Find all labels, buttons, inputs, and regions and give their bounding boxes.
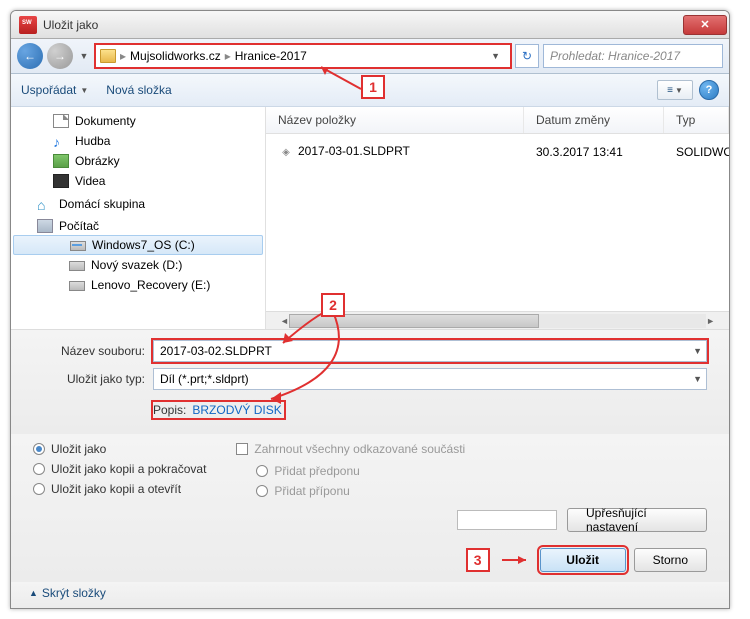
tree-item-homegroup[interactable]: ⌂Domácí skupina: [11, 191, 265, 213]
radio-indicator-icon: [256, 485, 268, 497]
window-title: Uložit jako: [43, 18, 683, 32]
save-button[interactable]: Uložit: [540, 548, 626, 572]
app-icon: [19, 16, 37, 34]
navigation-bar: ← → ▼ ▸ Mujsolidworks.cz ▸ Hranice-2017 …: [11, 39, 729, 74]
search-placeholder: Prohledat: Hranice-2017: [550, 49, 680, 63]
breadcrumb-item[interactable]: Hranice-2017: [231, 49, 311, 63]
view-mode-button[interactable]: ≡ ▼: [657, 80, 693, 100]
help-button[interactable]: ?: [699, 80, 719, 100]
tree-item-drive-c[interactable]: Windows7_OS (C:): [13, 235, 263, 255]
forward-button[interactable]: →: [47, 43, 73, 69]
refine-button[interactable]: Upřesňující nastavení: [567, 508, 707, 532]
col-name[interactable]: Název položky: [266, 107, 524, 133]
search-input[interactable]: Prohledat: Hranice-2017: [543, 44, 723, 68]
refresh-button[interactable]: ↻: [515, 44, 539, 68]
tree-item-drive-e[interactable]: Lenovo_Recovery (E:): [11, 275, 265, 295]
organize-menu[interactable]: Uspořádat ▼: [21, 83, 88, 97]
filetype-label: Uložit jako typ:: [33, 372, 153, 386]
options-area: Uložit jako Uložit jako kopii a pokračov…: [11, 434, 729, 582]
radio-indicator-icon: [33, 443, 45, 455]
radio-indicator-icon: [33, 463, 45, 475]
filename-input[interactable]: 2017-03-02.SLDPRT▼: [153, 340, 707, 362]
folder-icon: [100, 49, 116, 63]
explorer-body: Dokumenty ♪Hudba Obrázky Videa ⌂Domácí s…: [11, 107, 729, 329]
save-as-dialog: Uložit jako ✕ ← → ▼ ▸ Mujsolidworks.cz ▸…: [10, 10, 730, 609]
folder-tree[interactable]: Dokumenty ♪Hudba Obrázky Videa ⌂Domácí s…: [11, 107, 266, 329]
description-field[interactable]: Popis: BRZODVÝ DISK: [153, 402, 284, 418]
checkbox-indicator-icon: [236, 443, 248, 455]
save-form: Název souboru: 2017-03-02.SLDPRT▼ Uložit…: [11, 329, 729, 434]
tree-item-drive-d[interactable]: Nový svazek (D:): [11, 255, 265, 275]
close-button[interactable]: ✕: [683, 15, 727, 35]
tree-item-music[interactable]: ♪Hudba: [11, 131, 265, 151]
breadcrumb-item[interactable]: Mujsolidworks.cz: [126, 49, 225, 63]
callout-2: 2: [321, 293, 345, 317]
tree-item-computer[interactable]: Počítač: [11, 213, 265, 235]
callout-1: 1: [361, 75, 385, 99]
chevron-down-icon[interactable]: ▼: [693, 374, 702, 384]
chevron-down-icon: ▼: [80, 86, 88, 95]
tree-item-documents[interactable]: Dokumenty: [11, 111, 265, 131]
cancel-button[interactable]: Storno: [634, 548, 707, 572]
radio-indicator-icon: [256, 465, 268, 477]
callout-3: 3: [466, 548, 490, 572]
radio-add-suffix: Přidat příponu: [256, 484, 707, 498]
tree-item-pictures[interactable]: Obrázky: [11, 151, 265, 171]
checkbox-include-refs[interactable]: Zahrnout všechny odkazované součásti: [236, 442, 707, 456]
homegroup-icon: ⌂: [37, 197, 53, 211]
titlebar: Uložit jako ✕: [11, 11, 729, 39]
computer-icon: [37, 219, 53, 233]
radio-save-copy-continue[interactable]: Uložit jako kopii a pokračovat: [33, 462, 206, 476]
videos-icon: [53, 174, 69, 188]
filename-label: Název souboru:: [33, 344, 153, 358]
filetype-select[interactable]: Díl (*.prt;*.sldprt)▼: [153, 368, 707, 390]
music-icon: ♪: [53, 134, 69, 148]
back-button[interactable]: ←: [17, 43, 43, 69]
breadcrumb-bar[interactable]: ▸ Mujsolidworks.cz ▸ Hranice-2017 ▼: [95, 44, 511, 68]
radio-add-prefix: Přidat předponu: [256, 464, 707, 478]
tree-item-videos[interactable]: Videa: [11, 171, 265, 191]
radio-save-as[interactable]: Uložit jako: [33, 442, 206, 456]
history-dropdown[interactable]: ▼: [77, 47, 91, 65]
description-label: Popis:: [153, 403, 190, 417]
hide-folders-link[interactable]: ▲ Skrýt složky: [11, 582, 729, 608]
part-file-icon: ◈: [278, 145, 294, 161]
description-value: BRZODVÝ DISK: [190, 402, 283, 418]
drive-icon: [69, 281, 85, 291]
drive-icon: [70, 241, 86, 251]
file-row[interactable]: ◈2017-03-01.SLDPRT 30.3.2017 13:41 SOLID…: [266, 134, 729, 171]
chevron-down-icon[interactable]: ▼: [485, 51, 506, 61]
chevron-up-icon: ▲: [29, 588, 38, 598]
pictures-icon: [53, 154, 69, 168]
new-folder-button[interactable]: Nová složka: [106, 83, 171, 97]
chevron-down-icon[interactable]: ▼: [693, 346, 702, 356]
col-date[interactable]: Datum změny: [524, 107, 664, 133]
document-icon: [53, 114, 69, 128]
drive-icon: [69, 261, 85, 271]
radio-save-copy-open[interactable]: Uložit jako kopii a otevřít: [33, 482, 206, 496]
col-type[interactable]: Typ: [664, 107, 729, 133]
file-list-header: Název položky Datum změny Typ: [266, 107, 729, 134]
prefix-suffix-input: [457, 510, 557, 530]
radio-indicator-icon: [33, 483, 45, 495]
